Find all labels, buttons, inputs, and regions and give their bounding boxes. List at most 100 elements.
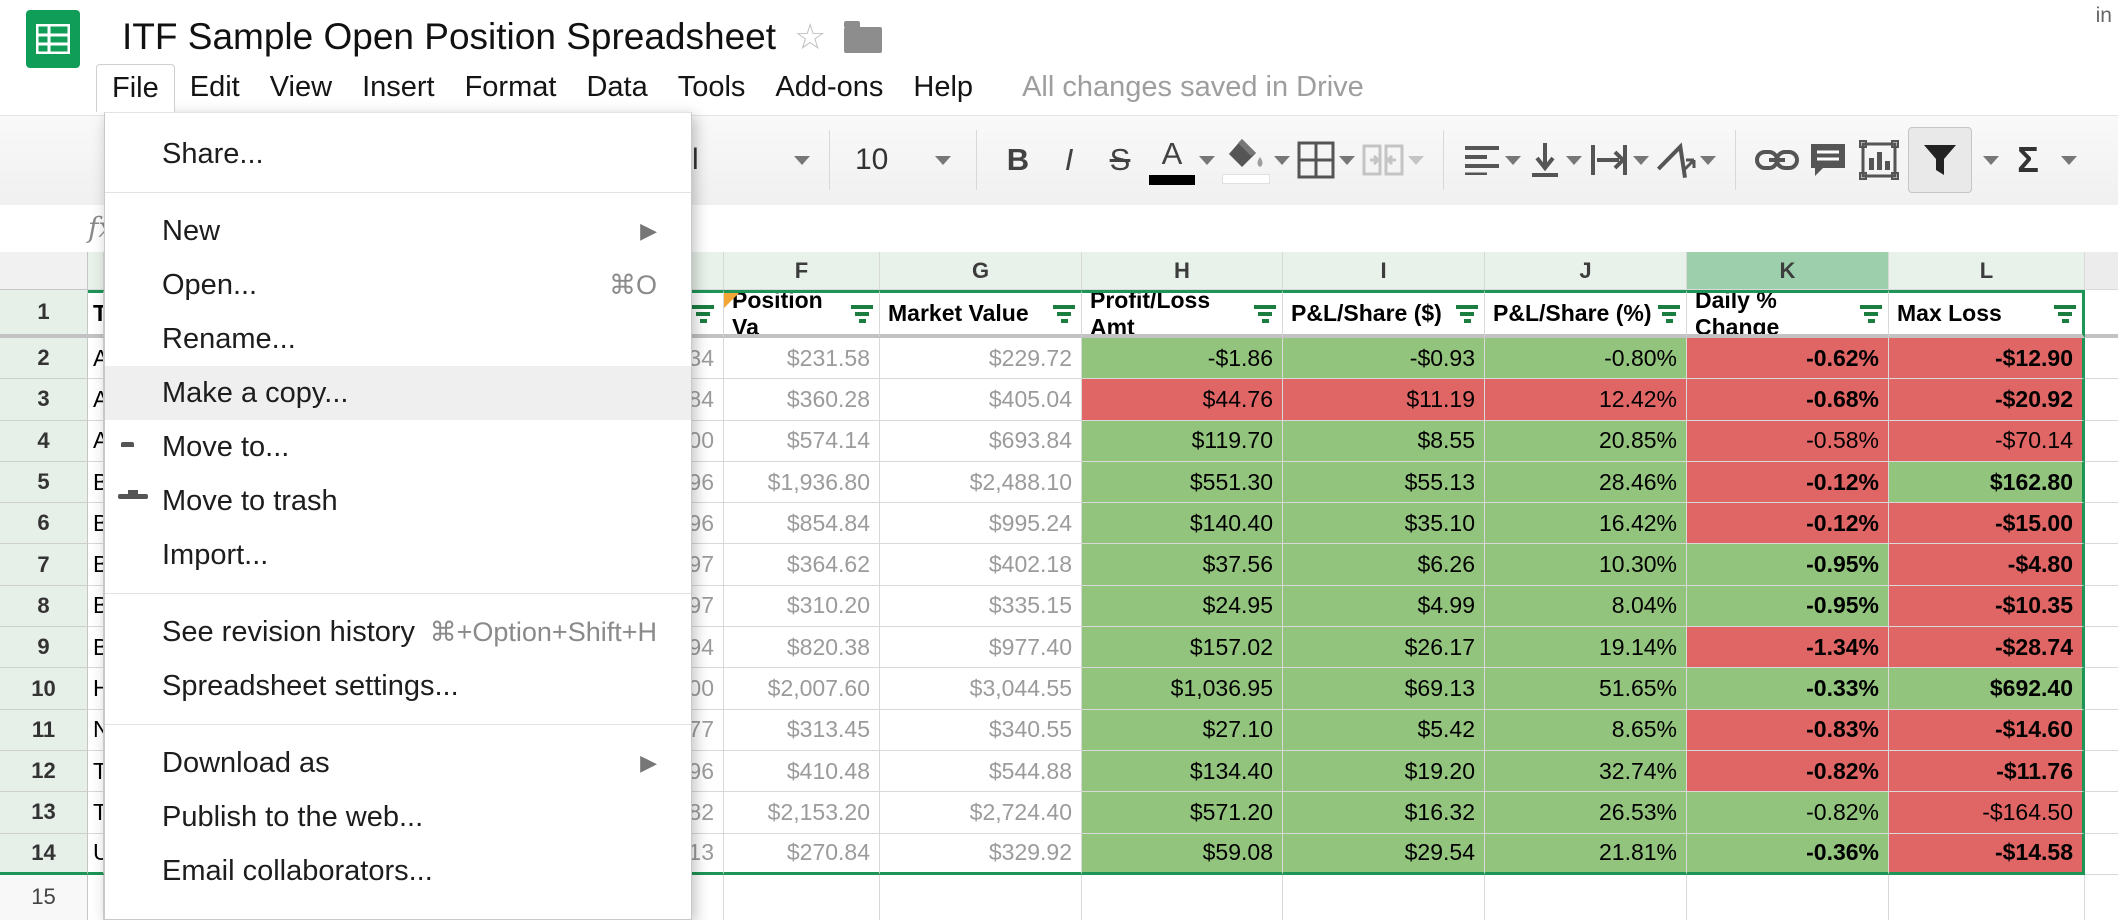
cell-I14[interactable]: $29.54 [1283,834,1485,875]
cell-G5[interactable]: $2,488.10 [880,462,1082,503]
cell-I9[interactable]: $26.17 [1283,627,1485,668]
cell-K4[interactable]: -0.58% [1687,421,1889,462]
insert-comment-button[interactable] [1806,130,1850,190]
cell-L15[interactable] [1889,875,2085,920]
menu-insert[interactable]: Insert [347,64,450,111]
cell-A6[interactable]: B [88,503,104,544]
cell-H1[interactable]: Profit/Loss Amt [1082,290,1283,338]
document-title[interactable]: ITF Sample Open Position Spreadsheet [122,16,776,58]
font-size-select[interactable]: 10 [849,130,957,190]
horizontal-align-button[interactable] [1463,130,1521,190]
cell-I10[interactable]: $69.13 [1283,668,1485,709]
file-menu-item-publish-to-the-web[interactable]: Publish to the web... [105,790,691,844]
filter-icon[interactable] [1456,305,1478,323]
cell-G9[interactable]: $977.40 [880,627,1082,668]
cell-I1[interactable]: P&L/Share ($) [1283,290,1485,338]
cell-A9[interactable]: B [88,627,104,668]
cell-G7[interactable]: $402.18 [880,544,1082,585]
cell-H11[interactable]: $27.10 [1082,710,1283,751]
cell-H5[interactable]: $551.30 [1082,462,1283,503]
row-number[interactable]: 6 [0,503,88,544]
cell-A11[interactable]: N [88,710,104,751]
file-menu-item-email-collaborators[interactable]: Email collaborators... [105,844,691,898]
cell-E11[interactable]: .77 [692,710,724,751]
select-all-corner[interactable] [0,252,88,290]
cell-G10[interactable]: $3,044.55 [880,668,1082,709]
row-number[interactable]: 11 [0,710,88,751]
cell-L9[interactable]: -$28.74 [1889,627,2085,668]
cell-G3[interactable]: $405.04 [880,379,1082,420]
row-number[interactable]: 3 [0,379,88,420]
insert-link-button[interactable] [1755,130,1799,190]
row-number[interactable]: 1 [0,290,88,338]
cell-A8[interactable]: B [88,586,104,627]
cell-E13[interactable]: .82 [692,792,724,833]
cell-E1[interactable] [692,290,724,338]
filter-icon[interactable] [1254,305,1276,323]
cell-G14[interactable]: $329.92 [880,834,1082,875]
menu-addons[interactable]: Add-ons [760,64,898,111]
cell-E10[interactable]: .00 [692,668,724,709]
sheets-logo-icon[interactable] [26,10,80,68]
cell-I8[interactable]: $4.99 [1283,586,1485,627]
cell-I3[interactable]: $11.19 [1283,379,1485,420]
cell-A7[interactable]: B [88,544,104,585]
cell-G11[interactable]: $340.55 [880,710,1082,751]
cell-K10[interactable]: -0.33% [1687,668,1889,709]
merge-cells-button[interactable] [1362,130,1424,190]
cell-I15[interactable] [1283,875,1485,920]
cell-F15[interactable] [724,875,880,920]
row-number[interactable]: 7 [0,544,88,585]
cell-H4[interactable]: $119.70 [1082,421,1283,462]
filter-icon[interactable] [2054,305,2076,323]
cell-A2[interactable]: A [88,338,104,379]
cell-H2[interactable]: -$1.86 [1082,338,1283,379]
cell-I6[interactable]: $35.10 [1283,503,1485,544]
cell-L8[interactable]: -$10.35 [1889,586,2085,627]
cell-J6[interactable]: 16.42% [1485,503,1687,544]
filter-icon[interactable] [1658,305,1680,323]
menu-data[interactable]: Data [571,64,662,111]
menu-help[interactable]: Help [898,64,988,111]
cell-K6[interactable]: -0.12% [1687,503,1889,544]
cell-J7[interactable]: 10.30% [1485,544,1687,585]
file-menu-item-share[interactable]: Share... [105,127,691,181]
borders-button[interactable] [1297,130,1355,190]
column-header-g[interactable]: G [880,252,1082,290]
row-number[interactable]: 10 [0,668,88,709]
file-menu-item-move-to[interactable]: Move to... [105,420,691,474]
cell-I11[interactable]: $5.42 [1283,710,1485,751]
cell-I12[interactable]: $19.20 [1283,751,1485,792]
cell-M10[interactable] [2085,668,2118,709]
cell-L6[interactable]: -$15.00 [1889,503,2085,544]
cell-H15[interactable] [1082,875,1283,920]
text-wrap-button[interactable] [1589,130,1649,190]
column-header-i[interactable]: I [1283,252,1485,290]
cell-G13[interactable]: $2,724.40 [880,792,1082,833]
file-menu-item-see-revision-history[interactable]: See revision history⌘+Option+Shift+H [105,605,691,659]
cell-E14[interactable]: .13 [692,834,724,875]
cell-H3[interactable]: $44.76 [1082,379,1283,420]
filter-button[interactable] [1908,127,1972,193]
cell-G2[interactable]: $229.72 [880,338,1082,379]
cell-M14[interactable] [2085,834,2118,875]
text-rotation-button[interactable] [1656,130,1716,190]
file-menu-item-spreadsheet-settings[interactable]: Spreadsheet settings... [105,659,691,713]
column-header-e-sliver[interactable] [692,252,724,290]
cell-K2[interactable]: -0.62% [1687,338,1889,379]
column-header-f[interactable]: F [724,252,880,290]
file-menu-item-move-to-trash[interactable]: Move to trash [105,474,691,528]
cell-L7[interactable]: -$4.80 [1889,544,2085,585]
vertical-align-button[interactable] [1528,130,1582,190]
cell-F12[interactable]: $410.48 [724,751,880,792]
cell-F11[interactable]: $313.45 [724,710,880,751]
cell-E4[interactable]: .00 [692,421,724,462]
cell-H13[interactable]: $571.20 [1082,792,1283,833]
cell-J4[interactable]: 20.85% [1485,421,1687,462]
column-header-k[interactable]: K [1687,252,1889,290]
menu-file[interactable]: File [96,64,175,112]
cell-L3[interactable]: -$20.92 [1889,379,2085,420]
cell-M1[interactable] [2085,290,2118,338]
filter-icon[interactable] [851,305,873,323]
row-number[interactable]: 9 [0,627,88,668]
